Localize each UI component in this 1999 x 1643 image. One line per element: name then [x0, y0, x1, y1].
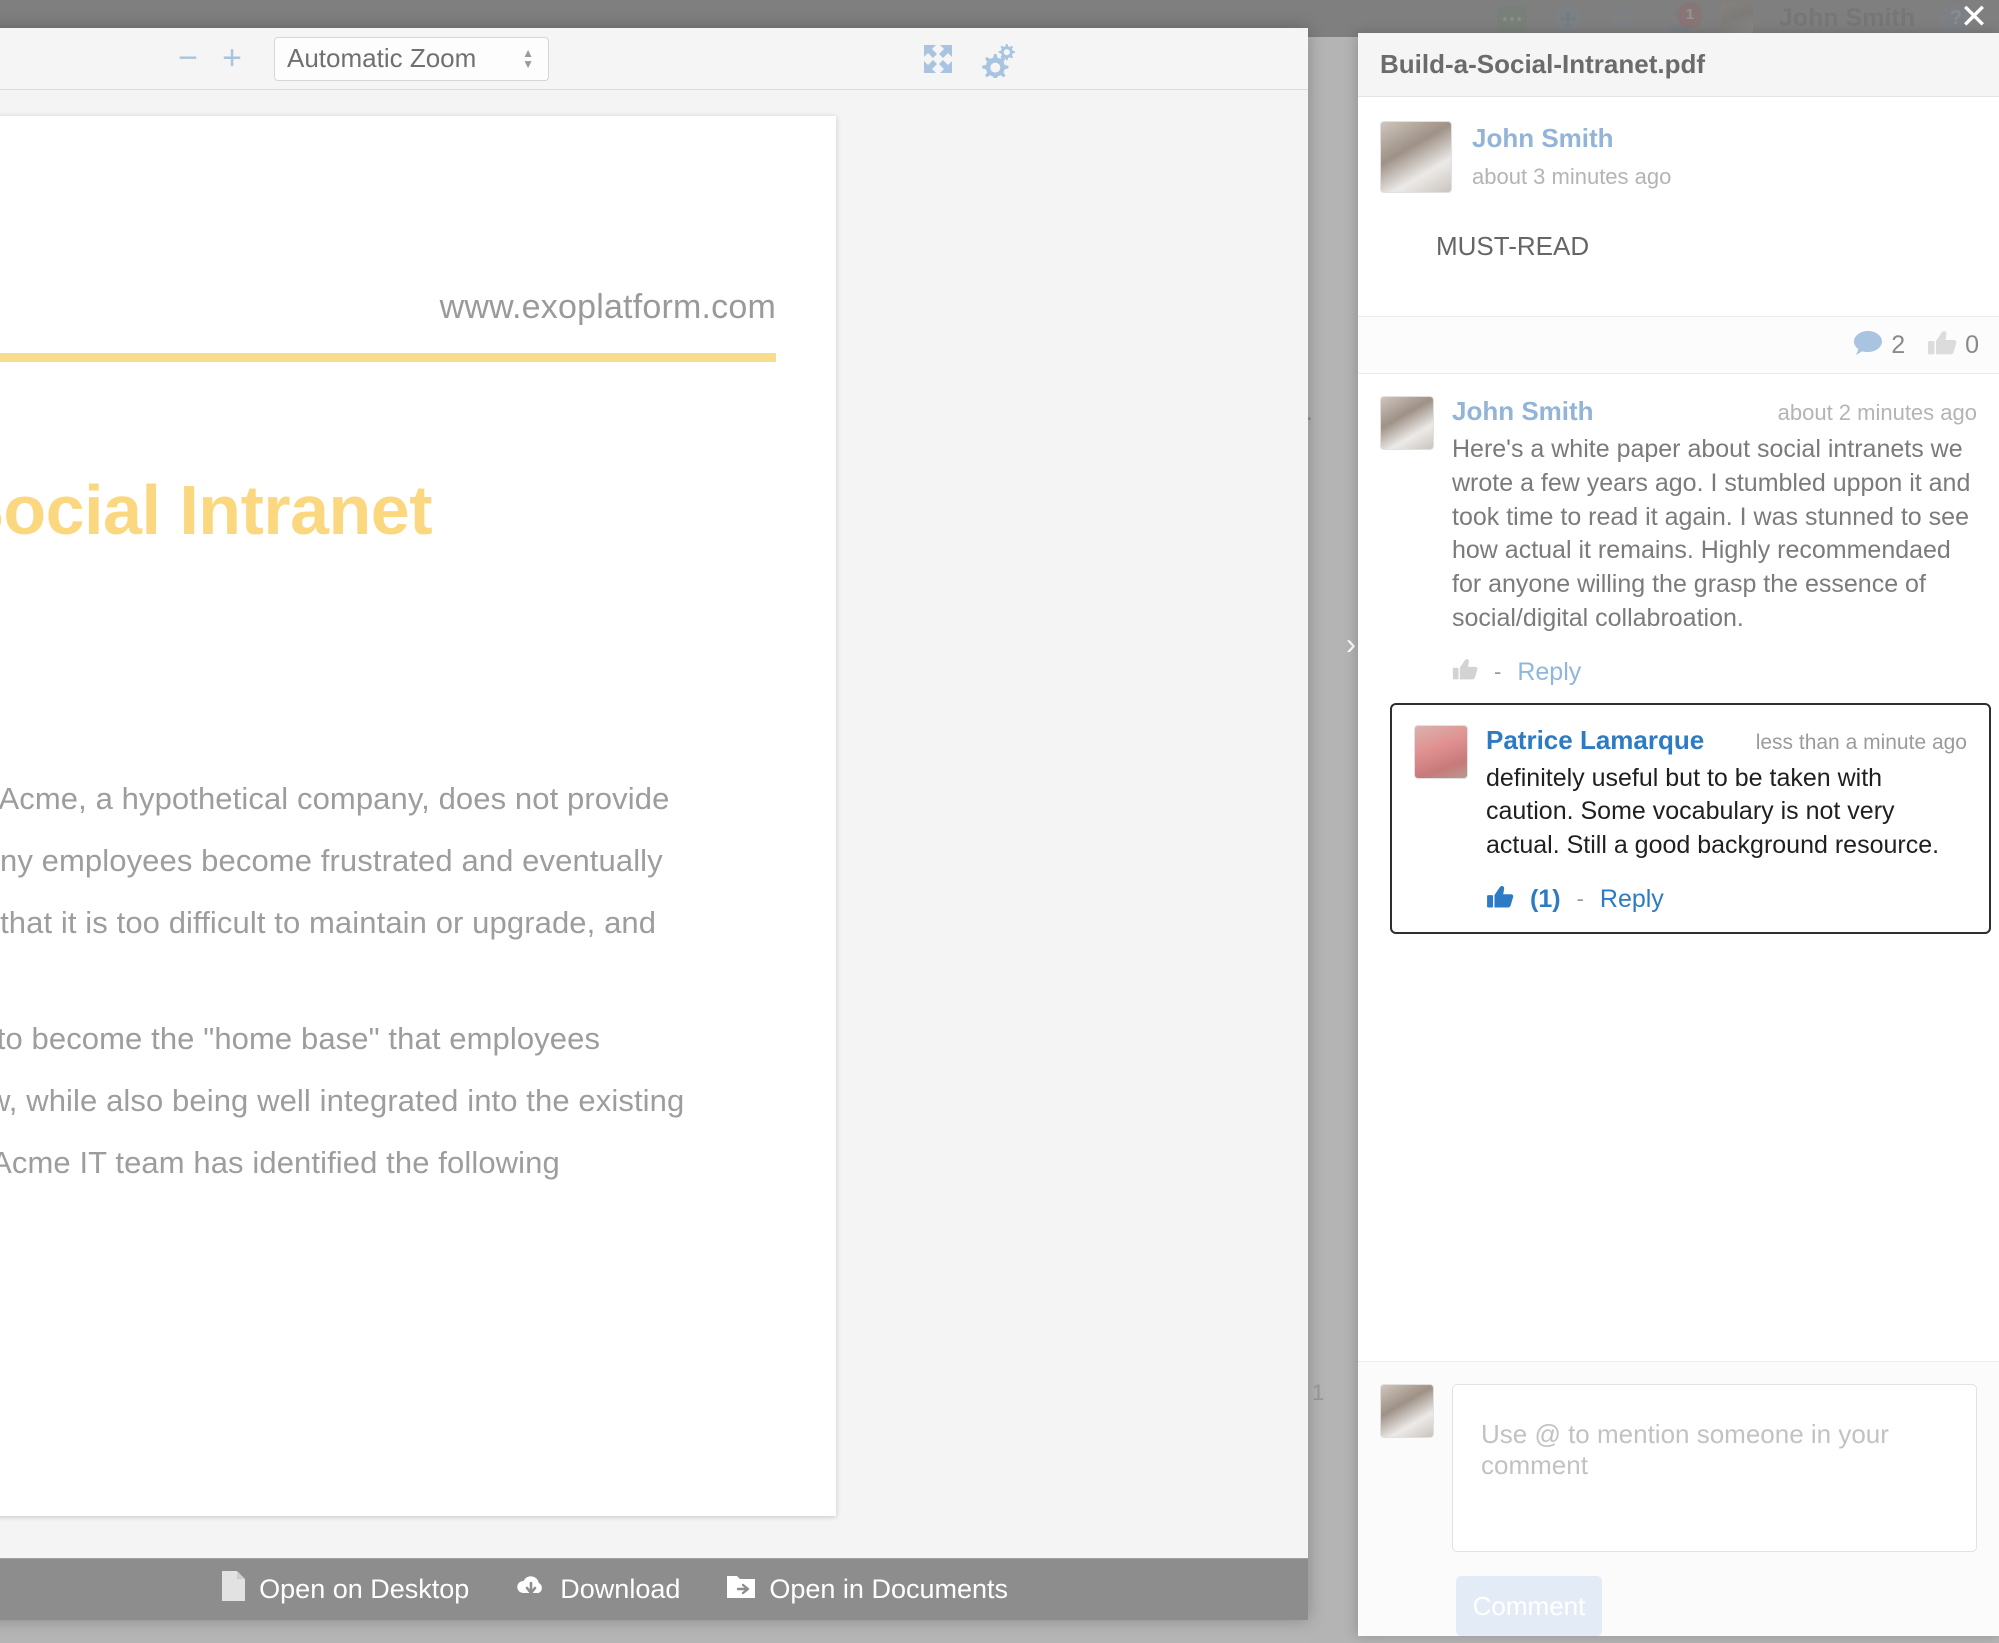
highlighted-reply-item: Patrice Lamarque less than a minute ago …	[1390, 702, 1991, 934]
avatar[interactable]	[1380, 121, 1452, 193]
reply-timestamp: less than a minute ago	[1755, 730, 1967, 754]
fullscreen-icon[interactable]	[920, 41, 956, 77]
pdf-paragraph-line: rmined that it is too difficult to maint…	[0, 905, 657, 940]
pdf-bottom-toolbar: Open on Desktop Download Open in Documen…	[0, 1558, 1308, 1620]
comment-count-stat[interactable]: 2	[1853, 330, 1905, 361]
avatar	[1380, 1384, 1434, 1438]
post-stats-bar: 2 0	[1358, 316, 1999, 375]
zoom-level-value: Automatic Zoom	[287, 43, 477, 73]
folder-arrow-icon	[726, 1572, 756, 1607]
download-button[interactable]: Download	[515, 1573, 680, 1606]
thumbs-up-icon[interactable]	[1486, 885, 1514, 914]
download-label: Download	[560, 1574, 681, 1604]
comment-bubble-icon	[1853, 330, 1883, 361]
zoom-level-select[interactable]: Automatic Zoom ▲ ▼	[274, 36, 549, 81]
comment-author-name[interactable]: John Smith	[1452, 396, 1594, 427]
comment-panel-header: Build-a-Social-Intranet.pdf	[1358, 33, 1999, 97]
pdf-page-stage[interactable]: www.exoplatform.com n Social Intranet an…	[0, 90, 1308, 1558]
zoom-in-button[interactable]: +	[210, 37, 254, 81]
document-filename-title: Build-a-Social-Intranet.pdf	[1380, 49, 1705, 79]
cloud-download-icon	[515, 1573, 547, 1606]
screen-root: TIVIT 1 al it	[0, 0, 1999, 1643]
avatar[interactable]	[1380, 396, 1434, 451]
comment-input[interactable]: Use @ to mention someone in your comment	[1452, 1384, 1977, 1552]
like-count-value: 0	[1965, 330, 1979, 359]
open-in-documents-label: Open in Documents	[769, 1574, 1008, 1604]
document-icon	[220, 1570, 246, 1609]
pdf-website-url: www.exoplatform.com	[439, 288, 776, 326]
pdf-paragraph-line: anet is to become the "home base" that e…	[0, 1021, 601, 1056]
open-on-desktop-label: Open on Desktop	[259, 1574, 470, 1604]
pdf-paragraph-line: lly, the Acme IT team has identified the…	[0, 1145, 560, 1180]
action-separator: -	[1494, 659, 1502, 685]
pdf-body-text: anet at Acme, a hypothetical company, do…	[0, 768, 776, 1194]
pdf-document-title: n Social Intranet	[0, 471, 433, 549]
pdf-divider-rule	[0, 353, 776, 362]
reply-like-count: (1)	[1530, 884, 1561, 913]
reply-actions: (1) - Reply	[1486, 885, 1967, 914]
pdf-toolbar: − + Automatic Zoom ▲ ▼	[0, 28, 1308, 90]
post-author-name[interactable]: John Smith	[1472, 123, 1671, 154]
comment-panel-scroll-area[interactable]: John Smith about 3 minutes ago MUST-READ…	[1358, 97, 1999, 1361]
open-in-documents-button[interactable]: Open in Documents	[726, 1572, 1008, 1607]
reply-body-text: definitely useful but to be taken with c…	[1486, 763, 1940, 860]
action-separator: -	[1576, 886, 1584, 912]
chevron-updown-icon: ▲ ▼	[522, 45, 534, 71]
close-icon[interactable]: ✕	[1957, 0, 1991, 36]
pdf-page: www.exoplatform.com n Social Intranet an…	[0, 116, 836, 1516]
comment-panel: Build-a-Social-Intranet.pdf John Smith a…	[1358, 33, 1999, 1636]
pdf-preview-panel: − + Automatic Zoom ▲ ▼ www.exoplatform.c…	[0, 28, 1308, 1620]
comment-composer: Use @ to mention someone in your comment…	[1358, 1361, 1999, 1636]
comment-timestamp: about 2 minutes ago	[1777, 400, 1977, 426]
comment-body-text: Here's a white paper about social intran…	[1452, 435, 1971, 632]
pdf-paragraph-line: anet at Acme, a hypothetical company, do…	[0, 781, 670, 816]
post-timestamp: about 3 minutes ago	[1472, 164, 1672, 189]
comment-actions: - Reply	[1452, 658, 1977, 687]
reply-author-name[interactable]: Patrice Lamarque	[1486, 725, 1704, 756]
settings-gears-icon[interactable]	[980, 40, 1018, 78]
zoom-out-button[interactable]: −	[166, 37, 210, 81]
pdf-paragraph-line: and many employees become frustrated and…	[0, 843, 663, 878]
comment-item: John Smith about 2 minutes ago Here's a …	[1358, 374, 1999, 687]
like-count-stat[interactable]: 0	[1927, 330, 1979, 361]
open-on-desktop-button[interactable]: Open on Desktop	[220, 1570, 469, 1609]
reply-link[interactable]: Reply	[1517, 658, 1581, 687]
thumbs-up-icon[interactable]	[1452, 658, 1478, 686]
reply-link[interactable]: Reply	[1600, 885, 1664, 914]
post-body-text: MUST-READ	[1436, 231, 1590, 261]
thumbs-up-icon	[1927, 330, 1957, 361]
pdf-paragraph-line: vorkflow, while also being well integrat…	[0, 1083, 685, 1118]
comment-count-value: 2	[1891, 330, 1906, 359]
submit-comment-button[interactable]: Comment	[1456, 1576, 1602, 1636]
avatar[interactable]	[1414, 724, 1468, 779]
post-header: John Smith about 3 minutes ago	[1358, 97, 1999, 193]
